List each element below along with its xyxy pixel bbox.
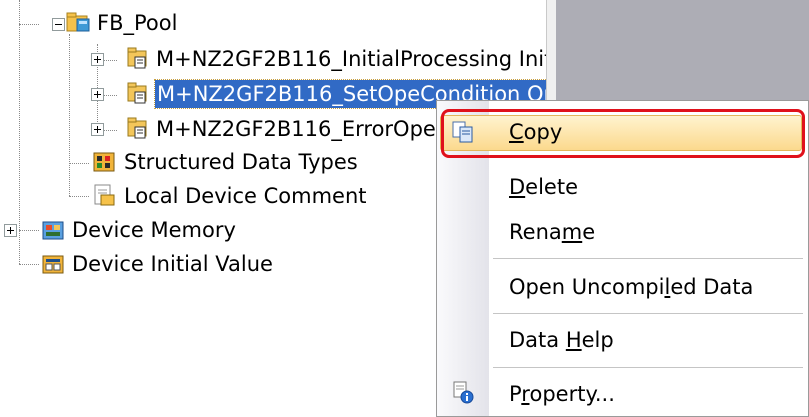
tree-item-local-device-comment[interactable]: Local Device Comment (122, 182, 368, 210)
expand-fb-setopecondition-button[interactable] (91, 88, 104, 101)
menu-label-open-uncompiled-pre: Open Uncompi (509, 275, 665, 299)
expand-fb-errorope-button[interactable] (91, 123, 104, 136)
menu-label-data-help-post: elp (581, 328, 614, 352)
function-block-icon (127, 82, 147, 104)
device-initial-value-icon (42, 255, 64, 274)
copy-highlight-annotation (441, 109, 805, 158)
menu-item-open-uncompiled-data[interactable]: Open Uncompiled Data (437, 267, 809, 307)
menu-separator (493, 258, 803, 259)
menu-label-open-uncompiled-post: ed Data (670, 275, 754, 299)
tree-item-structured-data-types[interactable]: Structured Data Types (122, 148, 360, 176)
tree-line (19, 264, 39, 265)
tree-line (19, 0, 20, 264)
menu-separator (493, 367, 803, 368)
structured-data-types-icon (93, 152, 115, 172)
menu-item-rename[interactable]: Rename (437, 212, 809, 252)
tree-line (69, 34, 70, 196)
tree-line (69, 196, 89, 197)
menu-item-property[interactable]: Property... (437, 374, 809, 414)
tree-item-device-memory[interactable]: Device Memory (70, 216, 238, 244)
function-block-icon (127, 47, 147, 69)
tree-item-fb[interactable]: M+NZ2GF2B116_ErrorOpe (154, 115, 438, 143)
menu-label-delete-post: elete (525, 175, 578, 199)
expand-device-memory-button[interactable] (4, 224, 17, 237)
menu-label-data-help-key: H (565, 328, 582, 352)
device-memory-icon (42, 221, 64, 240)
tree-item-fb[interactable]: M+NZ2GF2B116_InitialProcessing Init (154, 45, 554, 73)
menu-label-rename-pre: Rena (509, 220, 562, 244)
expand-fb-initialprocessing-button[interactable] (91, 53, 104, 66)
tree-line (69, 163, 89, 164)
property-icon (453, 381, 474, 404)
menu-label-delete-key: D (509, 175, 526, 199)
local-device-comment-icon (94, 184, 115, 206)
menu-item-data-help[interactable]: Data Help (437, 320, 809, 360)
fb-pool-folder-icon (66, 12, 90, 32)
tree-line (19, 24, 39, 25)
tree-item-device-initial-value[interactable]: Device Initial Value (70, 250, 275, 278)
menu-label-data-help-pre: Data (509, 328, 566, 352)
menu-separator (493, 313, 803, 314)
menu-label-rename-post: e (582, 220, 596, 244)
menu-label-property-post: operty... (529, 382, 615, 406)
menu-item-delete[interactable]: Delete (437, 167, 809, 207)
function-block-icon (127, 117, 147, 139)
menu-label-rename-key: m (561, 220, 583, 244)
collapse-fb-pool-button[interactable] (52, 18, 65, 31)
tree-line (19, 230, 39, 231)
menu-label-property-pre: P (509, 382, 522, 406)
tree-item-fb-pool[interactable]: FB_Pool (95, 9, 179, 37)
